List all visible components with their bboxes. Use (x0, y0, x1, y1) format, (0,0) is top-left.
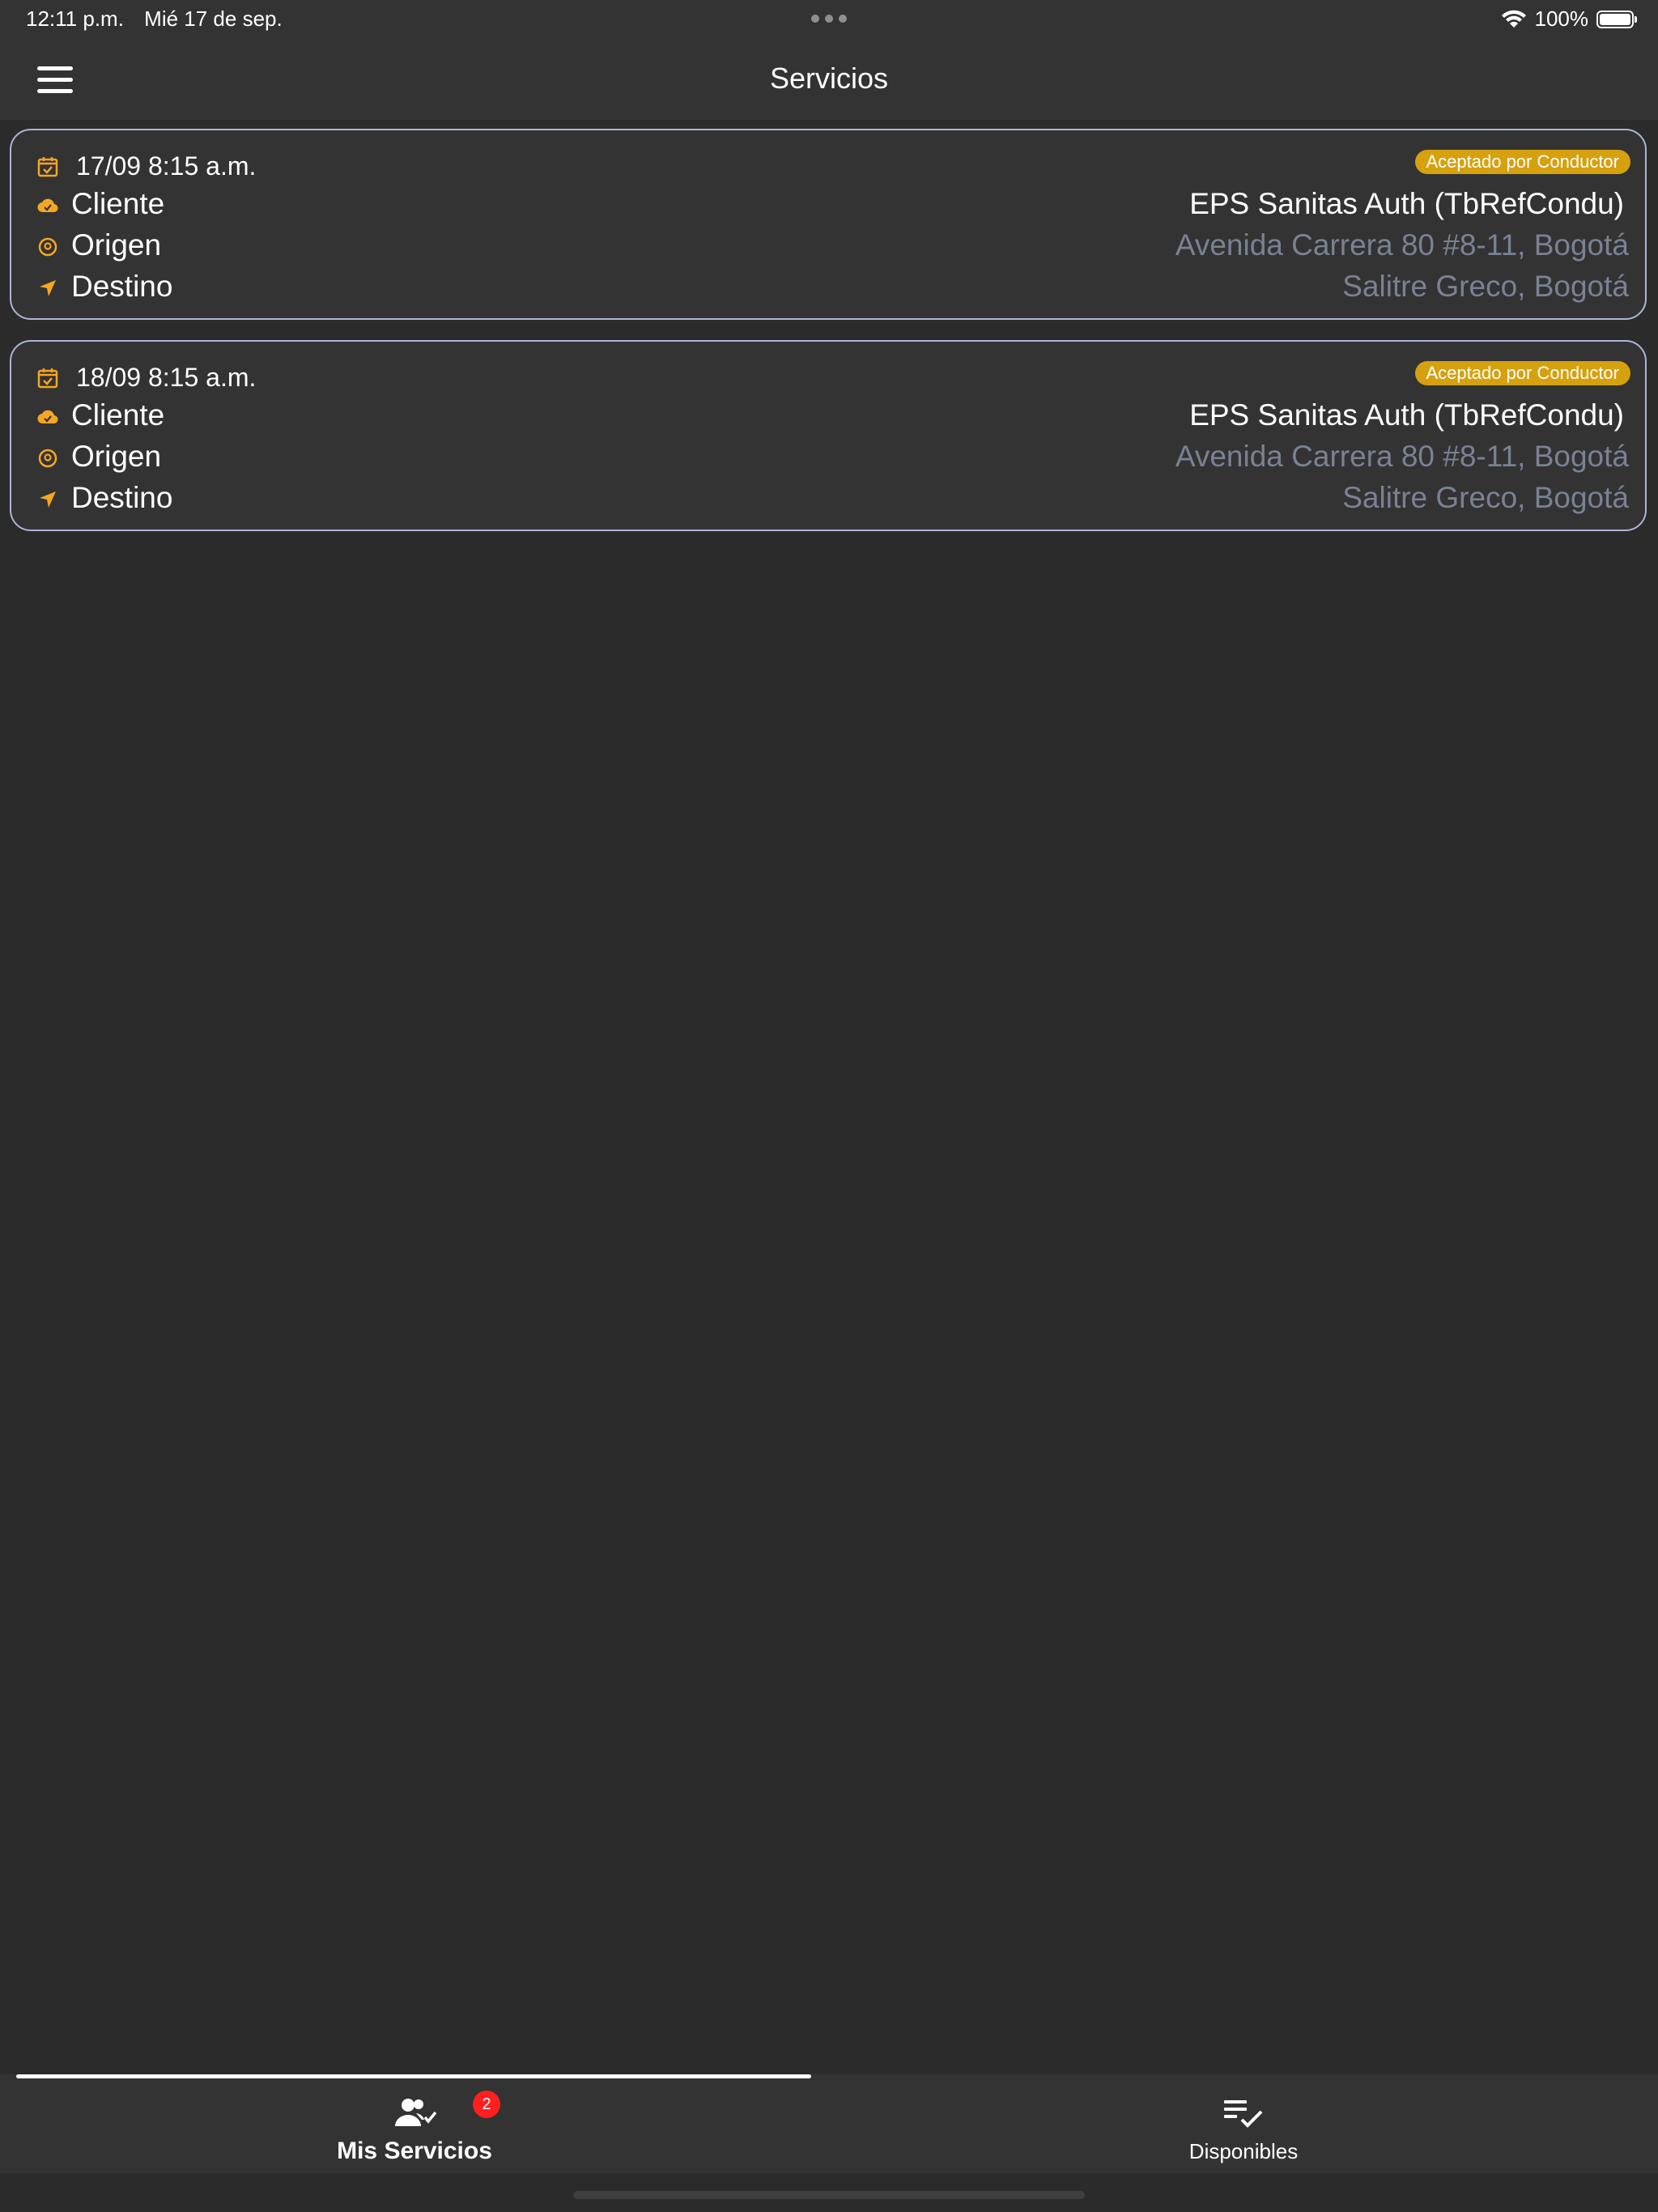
tab-label: Mis Servicios (337, 2138, 492, 2164)
status-date: Mié 17 de sep. (144, 6, 283, 31)
navigation-arrow-icon (40, 280, 56, 296)
location-pin-icon (38, 237, 57, 257)
calendar-check-icon (37, 157, 58, 177)
origin-value: Avenida Carrera 80 #8-11, Bogotá (1175, 440, 1629, 473)
destination-label: Destino (71, 481, 173, 514)
service-date: 17/09 8:15 a.m. (76, 151, 257, 181)
client-row: Cliente EPS Sanitas Auth (TbRefCondu) (28, 185, 1629, 226)
destination-row: Destino Salitre Greco, Bogotá (28, 479, 1629, 520)
service-date: 18/09 8:15 a.m. (76, 363, 257, 392)
origin-label: Origen (71, 440, 162, 473)
page-title: Servicios (769, 62, 889, 95)
app-screen: 12:11 p.m. Mié 17 de sep. 100% Servicios (0, 0, 1658, 2212)
client-label: Cliente (71, 187, 165, 220)
tab-label: Disponibles (1188, 2139, 1299, 2163)
destination-value: Salitre Greco, Bogotá (1342, 481, 1629, 514)
multitasking-dots-icon[interactable] (811, 13, 847, 24)
app-header: Servicios (0, 39, 1658, 120)
origin-value: Avenida Carrera 80 #8-11, Bogotá (1175, 228, 1629, 262)
service-date-row: 17/09 8:15 a.m. (28, 147, 1629, 187)
navigation-arrow-icon (40, 491, 56, 508)
status-time-date: 12:11 p.m. Mié 17 de sep. (26, 6, 297, 32)
destination-row: Destino Salitre Greco, Bogotá (28, 268, 1629, 308)
destination-value: Salitre Greco, Bogotá (1342, 270, 1629, 303)
client-value: EPS Sanitas Auth (TbRefCondu) (1189, 398, 1624, 432)
tab-mis-servicios[interactable]: 2 Mis Servicios (0, 2074, 829, 2173)
location-pin-icon (38, 449, 57, 468)
destination-label: Destino (71, 270, 173, 303)
origin-label: Origen (71, 228, 162, 262)
users-check-icon (395, 2099, 437, 2126)
wifi-icon (1501, 10, 1526, 28)
client-row: Cliente EPS Sanitas Auth (TbRefCondu) (28, 397, 1629, 437)
cloud-check-icon (37, 410, 58, 424)
service-date-row: 18/09 8:15 a.m. (28, 358, 1629, 398)
tab-notification-badge: 2 (473, 2091, 500, 2118)
bottom-tab-bar: 2 Mis Servicios Disponibles (0, 2074, 1658, 2173)
status-bar: 12:11 p.m. Mié 17 de sep. 100% (0, 0, 1658, 39)
origin-row: Origen Avenida Carrera 80 #8-11, Bogotá (28, 227, 1629, 267)
calendar-check-icon (37, 368, 58, 389)
status-time: 12:11 p.m. (26, 6, 124, 31)
battery-percentage: 100% (1534, 6, 1589, 31)
home-indicator[interactable] (573, 2191, 1085, 2199)
list-check-icon (1224, 2100, 1263, 2128)
status-right: 100% (1501, 6, 1637, 32)
cloud-check-icon (37, 198, 58, 213)
client-value: EPS Sanitas Auth (TbRefCondu) (1189, 187, 1624, 220)
tab-disponibles[interactable]: Disponibles (829, 2074, 1658, 2173)
origin-row: Origen Avenida Carrera 80 #8-11, Bogotá (28, 438, 1629, 479)
service-card[interactable]: 18/09 8:15 a.m. Aceptado por Conductor C… (10, 340, 1647, 531)
battery-icon (1596, 10, 1637, 28)
status-badge: Aceptado por Conductor (1414, 361, 1630, 385)
status-badge: Aceptado por Conductor (1414, 150, 1630, 174)
client-label: Cliente (71, 398, 165, 432)
service-card[interactable]: 17/09 8:15 a.m. Aceptado por Conductor C… (10, 129, 1647, 320)
